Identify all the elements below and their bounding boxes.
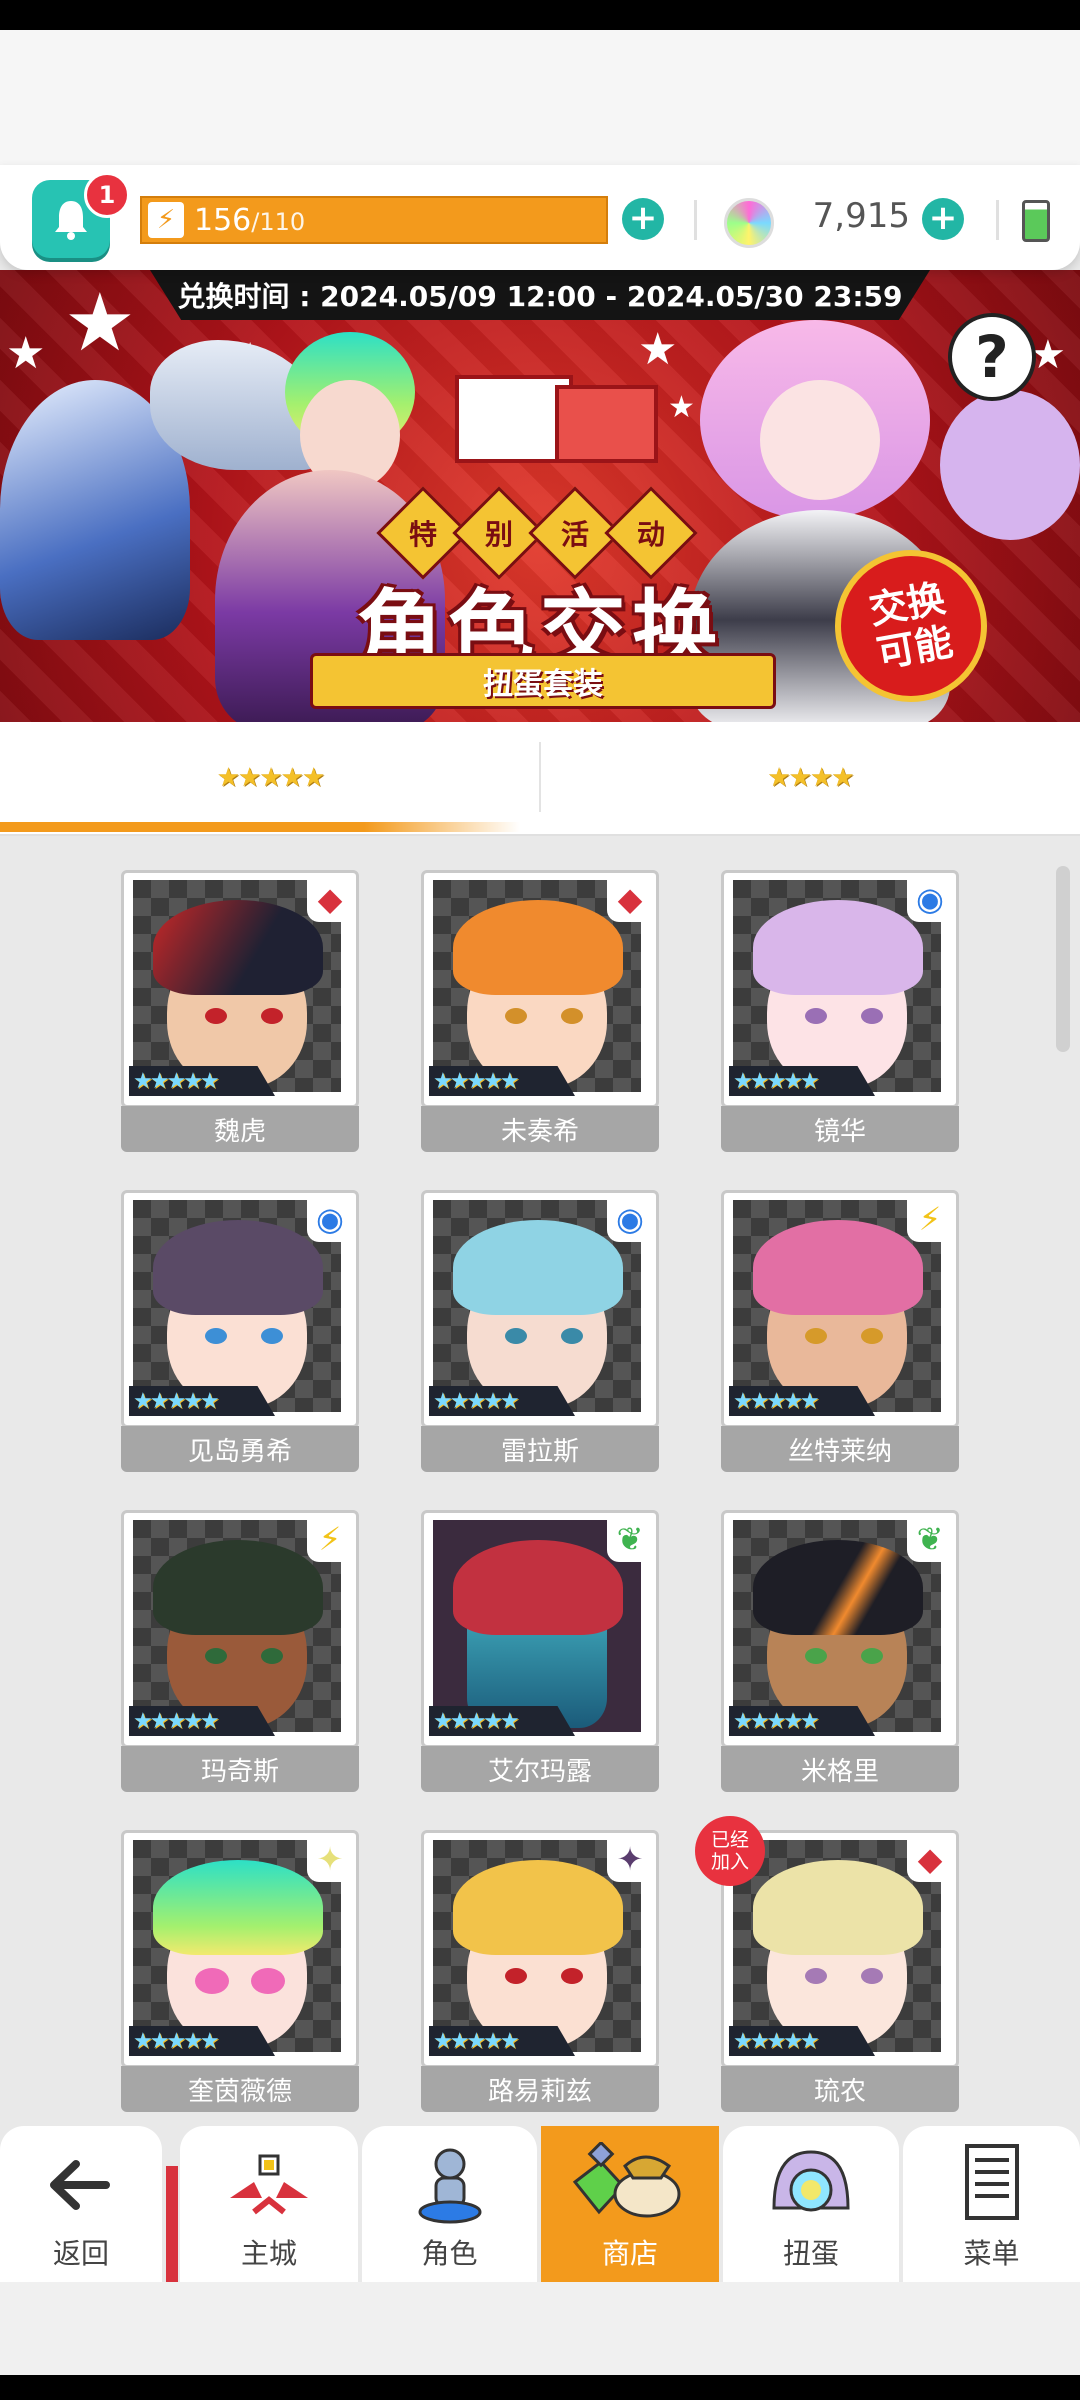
character-card[interactable]: ◆ ★★★★★ 未奏希	[421, 870, 659, 1152]
nav-menu[interactable]: 菜单	[903, 2126, 1080, 2282]
rarity-stars: ★★★★★	[729, 1066, 875, 1096]
character-card[interactable]: ◉ ★★★★★ 镜华	[721, 870, 959, 1152]
diamond-icon: ◆	[307, 876, 353, 922]
character-card[interactable]: ◆ ★★★★★ 魏虎	[121, 870, 359, 1152]
rarity-stars: ★★★★★	[429, 2026, 575, 2056]
character-card[interactable]: ◉ ★★★★★ 雷拉斯	[421, 1190, 659, 1472]
character-card[interactable]: ✦ ★★★★★ 奎茵薇德	[121, 1830, 359, 2112]
tab-four-star[interactable]: ★★★★	[540, 722, 1080, 834]
battery-icon	[1022, 200, 1050, 242]
nav-separator	[166, 2166, 178, 2282]
help-button[interactable]: ?	[948, 313, 1036, 401]
exchange-period: 兑换时间 : 2024.05/09 12:00 - 2024.05/30 23:…	[150, 270, 930, 320]
tab-selected-indicator	[0, 822, 520, 832]
rarity-stars: ★★★★★	[129, 2026, 275, 2056]
nav-footer	[0, 2282, 1080, 2375]
water-icon: ◉	[307, 1196, 353, 1242]
character-name: 玛奇斯	[121, 1746, 359, 1792]
water-icon: ◉	[907, 876, 953, 922]
ticket-icon	[555, 385, 658, 463]
character-card[interactable]: ❦ ★★★★★ 米格里	[721, 1510, 959, 1792]
star-decoration: ★	[638, 324, 678, 375]
leaf-icon: ❦	[907, 1516, 953, 1562]
diamond-icon: ◆	[607, 876, 653, 922]
rarity-stars: ★★★★★	[429, 1706, 575, 1736]
character-name: 镜华	[721, 1106, 959, 1152]
rarity-stars: ★★★★★	[729, 1386, 875, 1416]
top-safe-area	[0, 30, 1080, 180]
character-card[interactable]: ✦ ★★★★★ 路易莉兹	[421, 1830, 659, 2112]
energy-icon: ⚡	[148, 202, 184, 238]
nav-back[interactable]: 返回	[0, 2126, 162, 2282]
character-name: 雷拉斯	[421, 1426, 659, 1472]
header-divider	[694, 200, 697, 240]
star-decoration: ★	[6, 328, 46, 379]
character-name: 丝特莱纳	[721, 1426, 959, 1472]
character-card[interactable]: ⚡ ★★★★★ 玛奇斯	[121, 1510, 359, 1792]
character-card[interactable]: ⚡ ★★★★★ 丝特莱纳	[721, 1190, 959, 1472]
diamond-icon: ◆	[907, 1836, 953, 1882]
add-energy-button[interactable]: +	[622, 198, 664, 240]
character-card[interactable]: ◉ ★★★★★ 见岛勇希	[121, 1190, 359, 1472]
energy-current: 156	[194, 202, 252, 238]
character-card[interactable]: ◆ 已经 加入 ★★★★★ 琉农	[695, 1816, 959, 2112]
rarity-stars: ★★★★★	[129, 1706, 275, 1736]
tab-label: ★★★★★	[216, 763, 326, 793]
character-name: 魏虎	[121, 1106, 359, 1152]
bottom-navigation: 返回 主城 角色 商店 扭蛋 菜单	[0, 2126, 1080, 2282]
light-icon: ✦	[307, 1836, 353, 1882]
system-nav-bar	[0, 2375, 1080, 2400]
character-name: 路易莉兹	[421, 2066, 659, 2112]
dark-icon: ✦	[607, 1836, 653, 1882]
add-gems-button[interactable]: +	[922, 198, 964, 240]
rarity-stars: ★★★★★	[429, 1386, 575, 1416]
energy-bar: ⚡ 156/110	[140, 196, 608, 244]
water-icon: ◉	[607, 1196, 653, 1242]
character-icon	[418, 2148, 481, 2224]
castle-icon	[230, 2154, 308, 2215]
gacha-icon	[772, 2150, 850, 2212]
gem-icon	[724, 198, 774, 248]
tab-five-star[interactable]: ★★★★★	[0, 722, 540, 834]
scrollbar[interactable]	[1056, 866, 1070, 1052]
banner-subtitle: 扭蛋套装	[310, 653, 776, 709]
energy-max: /110	[251, 207, 306, 236]
lightning-icon: ⚡	[307, 1516, 353, 1562]
header-divider	[996, 200, 999, 240]
shop-icon	[572, 2142, 681, 2218]
joined-badge: 已经 加入	[695, 1816, 765, 1886]
star-decoration: ★	[64, 276, 136, 369]
rarity-stars: ★★★★★	[129, 1066, 275, 1096]
nav-gacha[interactable]: 扭蛋	[723, 2126, 899, 2282]
character-face	[760, 380, 880, 500]
nav-shop[interactable]: 商店	[541, 2126, 719, 2282]
character-name: 艾尔玛露	[421, 1746, 659, 1792]
back-arrow-icon	[50, 2160, 110, 2210]
character-name: 奎茵薇德	[121, 2066, 359, 2112]
rarity-stars: ★★★★★	[429, 1066, 575, 1096]
character-name: 未奏希	[421, 1106, 659, 1152]
nav-characters[interactable]: 角色	[362, 2126, 537, 2282]
event-tags: 特 别 活 动	[376, 486, 698, 580]
character-grid: ◆ ★★★★★ 魏虎 ◆ ★★★★★ 未奏希 ◉ ★★★★★ 镜华 ◉ ★★★★…	[0, 836, 1080, 2126]
rarity-stars: ★★★★★	[729, 2026, 875, 2056]
rarity-stars: ★★★★★	[729, 1706, 875, 1736]
star-decoration: ★	[668, 390, 695, 425]
tab-label: ★★★★	[767, 763, 854, 793]
character-card[interactable]: ❦ ★★★★★ 艾尔玛露	[421, 1510, 659, 1792]
nav-main-city[interactable]: 主城	[180, 2126, 358, 2282]
gem-count: 7,915	[812, 196, 910, 236]
menu-icon	[964, 2144, 1019, 2220]
rarity-tabs: ★★★★★ ★★★★	[0, 722, 1080, 836]
mascot-creature	[940, 390, 1080, 540]
energy-value: 156/110	[194, 203, 305, 238]
system-status-bar	[0, 0, 1080, 30]
leaf-icon: ❦	[607, 1516, 653, 1562]
character-name: 见岛勇希	[121, 1426, 359, 1472]
lightning-icon: ⚡	[907, 1196, 953, 1242]
rarity-stars: ★★★★★	[129, 1386, 275, 1416]
character-name: 琉农	[721, 2066, 959, 2112]
notification-badge: 1	[84, 172, 130, 218]
character-name: 米格里	[721, 1746, 959, 1792]
